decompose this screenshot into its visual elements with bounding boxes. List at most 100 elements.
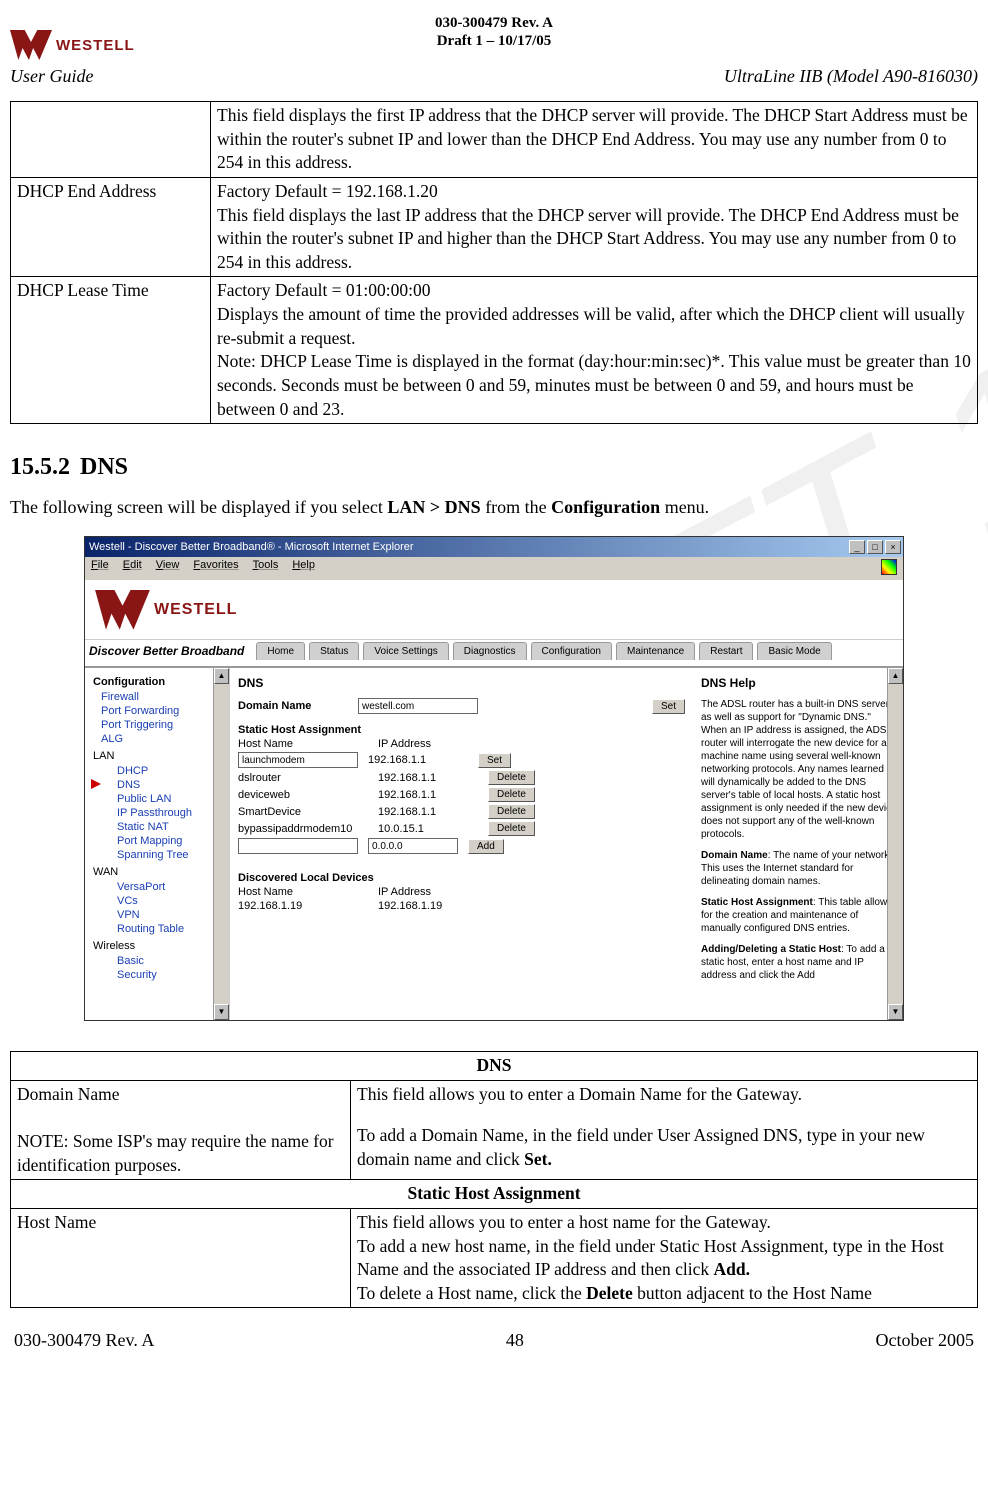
host-3: SmartDevice (238, 806, 368, 818)
row1-delete-button[interactable]: Delete (488, 770, 535, 785)
page-logo-text: WESTELL (154, 601, 237, 619)
disc-col-ip: IP Address (378, 886, 431, 898)
sidebar-alg[interactable]: ALG (93, 732, 227, 746)
scroll-down-icon[interactable]: ▼ (888, 1004, 903, 1020)
footer-page-number: 48 (506, 1330, 524, 1351)
sidebar-publiclan[interactable]: Public LAN (93, 792, 227, 806)
menu-help[interactable]: Help (292, 559, 315, 578)
ip-2: 192.168.1.1 (378, 789, 478, 801)
sidebar-vpn[interactable]: VPN (93, 908, 227, 922)
host-input-5[interactable] (238, 838, 358, 854)
menu-favorites[interactable]: Favorites (193, 559, 238, 578)
westell-w-icon (95, 590, 150, 630)
host-right-l3c: button adjacent to the Host Name (633, 1283, 872, 1303)
row3-delete-button[interactable]: Delete (488, 804, 535, 819)
maximize-icon[interactable]: □ (867, 540, 883, 554)
tab-maintenance[interactable]: Maintenance (616, 642, 695, 660)
intro-paragraph: The following screen will be displayed i… (10, 497, 978, 518)
row5-add-button[interactable]: Add (468, 839, 504, 854)
sidebar-portmap[interactable]: Port Mapping (93, 834, 227, 848)
help-statichost: Static Host Assignment: This table allow… (701, 896, 897, 935)
help-domainname: Domain Name: The name of your network. T… (701, 849, 897, 888)
host-right-l3b: Delete (586, 1283, 633, 1303)
host-2: deviceweb (238, 789, 368, 801)
arrow-right-icon (91, 779, 101, 789)
sidebar-ippass[interactable]: IP Passthrough (93, 806, 227, 820)
sidebar-versaport[interactable]: VersaPort (93, 880, 227, 894)
page-footer: 030-300479 Rev. A 48 October 2005 (0, 1320, 988, 1367)
scroll-down-icon[interactable]: ▼ (214, 1004, 229, 1020)
footer-right: October 2005 (876, 1330, 974, 1351)
intro-mid: from the (481, 497, 551, 517)
row1-label (11, 102, 211, 178)
dns-panel: DNS Domain Name Set Static Host Assignme… (230, 668, 693, 1020)
col-ipaddress: IP Address (378, 738, 431, 750)
window-titlebar: Westell - Discover Better Broadband® - M… (85, 537, 903, 557)
sidebar-basic[interactable]: Basic (93, 954, 227, 968)
sidebar-porttrig[interactable]: Port Triggering (93, 718, 227, 732)
sidebar-staticnat[interactable]: Static NAT (93, 820, 227, 834)
scroll-up-icon[interactable]: ▲ (888, 668, 903, 684)
dns-heading: DNS (238, 676, 685, 690)
menu-view[interactable]: View (156, 559, 180, 578)
slogan-text: Discover Better Broadband (89, 644, 244, 658)
sidebar-heading: Configuration (93, 676, 227, 688)
sidebar-dhcp[interactable]: DHCP (93, 764, 227, 778)
tab-basicmode[interactable]: Basic Mode (757, 642, 831, 660)
host-right-l2a: To add a new host name, in the field und… (357, 1236, 944, 1280)
static-host-heading: Static Host Assignment (238, 724, 685, 736)
host-right-cell: This field allows you to enter a host na… (351, 1208, 978, 1308)
sidebar-spanning[interactable]: Spanning Tree (93, 848, 227, 862)
tab-status[interactable]: Status (309, 642, 359, 660)
host-input-0[interactable] (238, 752, 358, 768)
menu-edit[interactable]: Edit (123, 559, 142, 578)
tab-restart[interactable]: Restart (699, 642, 753, 660)
intro-b1: LAN > DNS (387, 497, 480, 517)
menu-tools[interactable]: Tools (253, 559, 279, 578)
embedded-screenshot: Westell - Discover Better Broadband® - M… (84, 536, 904, 1021)
browser-menubar: File Edit View Favorites Tools Help (85, 557, 903, 580)
host-right-l3a: To delete a Host name, click the (357, 1283, 586, 1303)
sidebar-security[interactable]: Security (93, 968, 227, 982)
tab-home[interactable]: Home (256, 642, 305, 660)
sidebar-firewall[interactable]: Firewall (93, 690, 227, 704)
domain-set-button[interactable]: Set (652, 699, 685, 714)
row0-set-button[interactable]: Set (478, 753, 511, 768)
user-guide-label: User Guide (10, 66, 94, 87)
help-heading: DNS Help (701, 676, 897, 692)
ip-0: 192.168.1.1 (368, 754, 468, 766)
discovered-heading: Discovered Local Devices (238, 872, 685, 884)
close-icon[interactable]: × (885, 540, 901, 554)
help-adddel: Adding/Deleting a Static Host: To add a … (701, 943, 897, 982)
ip-1: 192.168.1.1 (378, 772, 478, 784)
menu-file[interactable]: File (91, 559, 109, 578)
ip-4: 10.0.15.1 (378, 823, 478, 835)
sidebar-vcs[interactable]: VCs (93, 894, 227, 908)
minimize-icon[interactable]: _ (849, 540, 865, 554)
domain-name-input[interactable] (358, 698, 478, 714)
sidebar-lan-label: LAN (93, 750, 227, 762)
help-dn-b: Domain Name (701, 850, 768, 861)
help-scrollbar[interactable]: ▲ ▼ (887, 668, 903, 1020)
row2-delete-button[interactable]: Delete (488, 787, 535, 802)
tab-configuration[interactable]: Configuration (531, 642, 612, 660)
row2-label: DHCP End Address (11, 177, 211, 277)
sidebar-dns[interactable]: DNS (93, 778, 227, 792)
row4-delete-button[interactable]: Delete (488, 821, 535, 836)
sidebar-scrollbar[interactable]: ▲ ▼ (213, 668, 229, 1020)
ip-input-5[interactable] (368, 838, 458, 854)
domain-name-label: Domain Name (238, 700, 348, 712)
sidebar-portfwd[interactable]: Port Forwarding (93, 704, 227, 718)
host-4: bypassipaddrmodem10 (238, 823, 368, 835)
sidebar-routing[interactable]: Routing Table (93, 922, 227, 936)
static-host-heading-cell: Static Host Assignment (11, 1180, 978, 1209)
window-title: Westell - Discover Better Broadband® - M… (89, 541, 414, 553)
col-hostname: Host Name (238, 738, 368, 750)
intro-pre: The following screen will be displayed i… (10, 497, 387, 517)
tab-voice[interactable]: Voice Settings (363, 642, 448, 660)
tab-diagnostics[interactable]: Diagnostics (453, 642, 527, 660)
domain-right-l2b: Set. (524, 1149, 552, 1169)
intro-post: menu. (660, 497, 709, 517)
logo-text: WESTELL (56, 37, 135, 54)
scroll-up-icon[interactable]: ▲ (214, 668, 229, 684)
